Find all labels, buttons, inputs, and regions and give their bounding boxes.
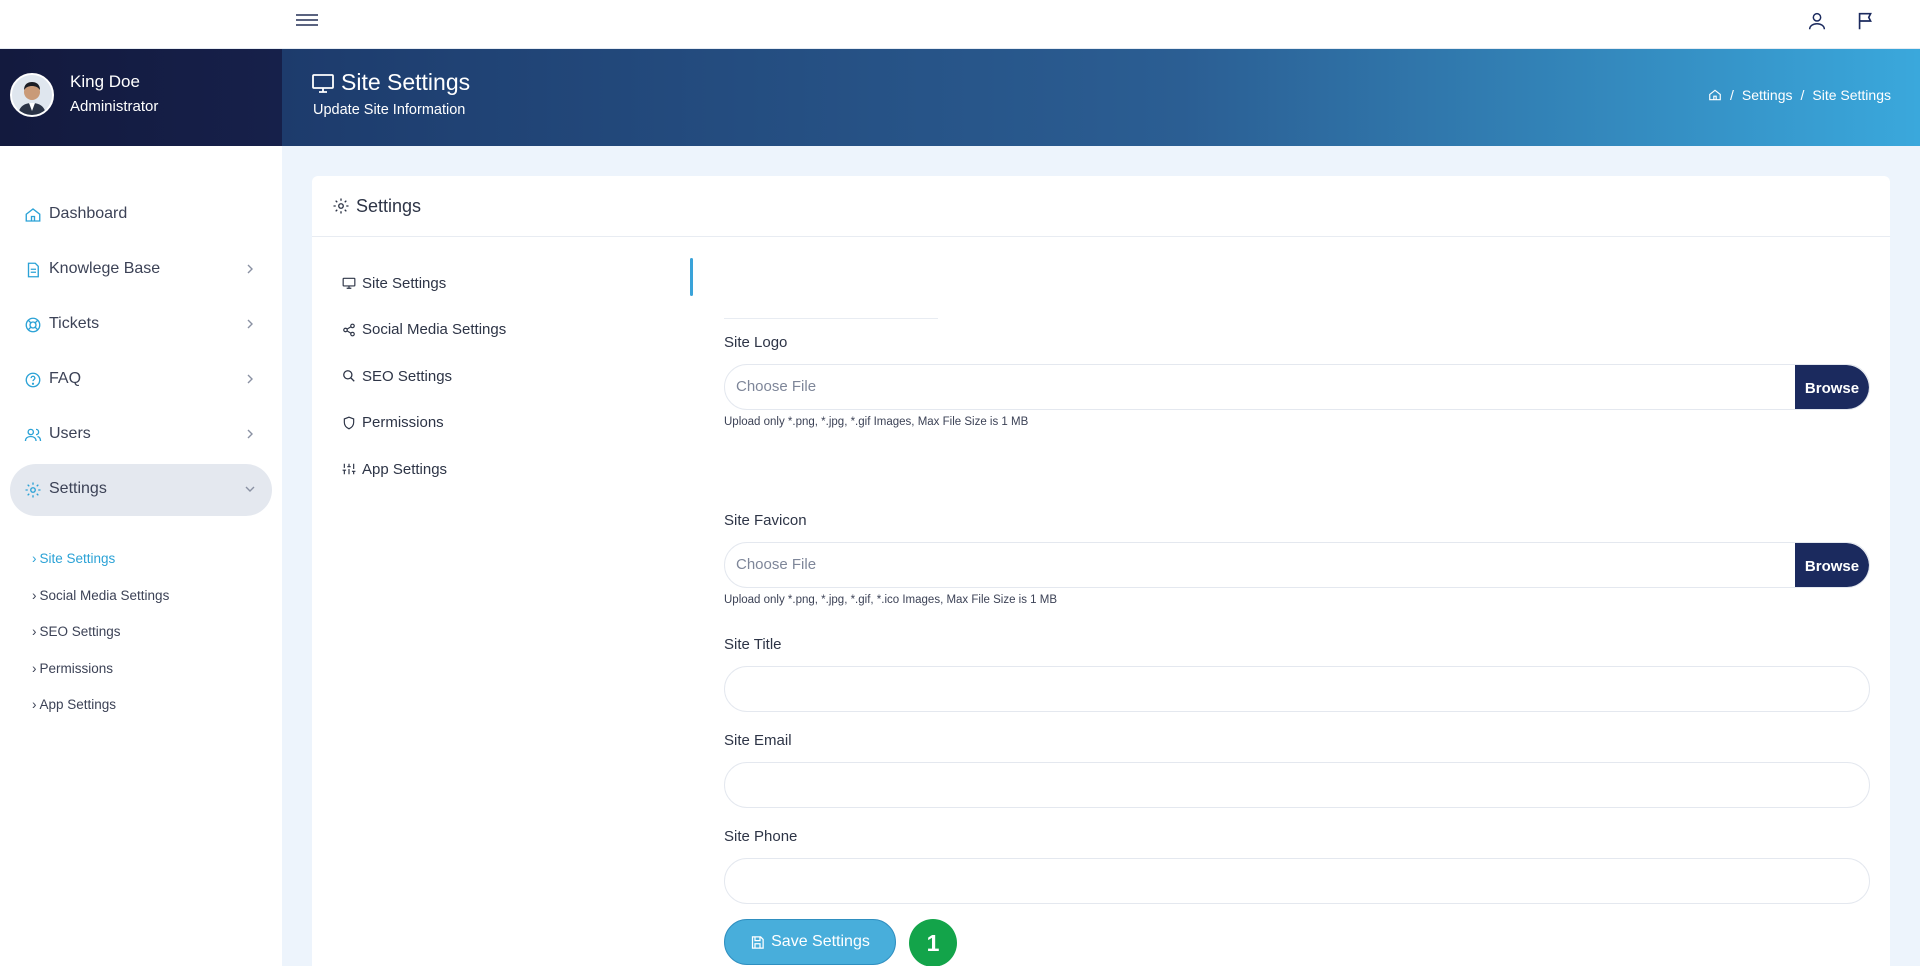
site-favicon-label: Site Favicon [724, 512, 807, 529]
submenu-item-permissions[interactable]: › Permissions [0, 660, 282, 697]
document-icon [27, 262, 39, 278]
chevron-right-icon [247, 319, 253, 329]
breadcrumb-site-settings: Site Settings [1812, 87, 1891, 103]
site-logo-label: Site Logo [724, 334, 788, 351]
sidebar-item-knowledge-base[interactable]: Knowlege Base [10, 244, 272, 296]
save-icon [752, 935, 764, 949]
site-email-label: Site Email [724, 732, 792, 749]
chevron-down-icon [245, 486, 255, 492]
site-phone-label: Site Phone [724, 828, 798, 845]
help-circle-icon [25, 372, 41, 388]
site-title-input[interactable] [724, 666, 1870, 712]
flag-icon[interactable] [1855, 10, 1877, 32]
users-icon [24, 428, 42, 442]
sidebar-item-label: Knowlege Base [49, 260, 161, 277]
site-title-label: Site Title [724, 636, 782, 653]
lifebuoy-icon [25, 317, 41, 333]
sliders-icon [342, 464, 356, 475]
settings-submenu: › Site Settings › Social Media Settings › S… [0, 550, 282, 733]
share-icon [343, 323, 355, 337]
site-favicon-browse-button[interactable]: Browse [1795, 543, 1869, 587]
sidebar-item-users[interactable]: Users [10, 409, 272, 461]
site-favicon-help-text: Upload only *.png, *.jpg, *.gif, *.ico I… [724, 594, 1058, 606]
breadcrumb-settings[interactable]: Settings [1742, 87, 1793, 103]
user-role: Administrator [70, 98, 159, 115]
user-profile: King Doe Administrator [0, 49, 282, 146]
sidebar: King Doe Administrator Dashboard Knowleg… [0, 49, 282, 966]
chevron-right-icon [247, 429, 253, 439]
breadcrumb: / Settings / Site Settings [1708, 87, 1891, 103]
monitor-icon [312, 73, 334, 93]
tab-social-media-settings[interactable]: Social Media Settings [342, 307, 642, 354]
gear-icon [333, 198, 349, 214]
chevron-right-icon [247, 374, 253, 384]
user-name: King Doe [70, 72, 140, 91]
gear-icon [25, 482, 41, 498]
site-logo-help-text: Upload only *.png, *.jpg, *.gif Images, … [724, 416, 1029, 428]
page-subtitle: Update Site Information [313, 102, 466, 118]
submenu-item-app-settings[interactable]: › App Settings [0, 696, 282, 733]
site-email-input[interactable] [724, 762, 1870, 808]
tab-app-settings[interactable]: App Settings [342, 446, 642, 493]
top-bar [0, 0, 1920, 49]
sidebar-item-label: Dashboard [49, 205, 128, 222]
home-icon [25, 208, 41, 222]
submenu-item-seo-settings[interactable]: › SEO Settings [0, 623, 282, 660]
submenu-item-social-media-settings[interactable]: › Social Media Settings [0, 587, 282, 624]
save-settings-button[interactable]: Save Settings [724, 919, 896, 965]
menu-toggle-icon[interactable] [296, 14, 318, 30]
settings-card: Settings Site Settings Social Media Sett… [312, 176, 1890, 966]
monitor-icon [342, 278, 356, 290]
site-logo-browse-button[interactable]: Browse [1795, 365, 1869, 409]
site-logo-placeholder: Choose File [736, 378, 817, 395]
search-icon [343, 370, 355, 382]
page-header: Site Settings Update Site Information / … [282, 49, 1920, 146]
tab-site-settings[interactable]: Site Settings [342, 260, 642, 307]
divider [724, 318, 938, 319]
sidebar-item-dashboard[interactable]: Dashboard [10, 189, 272, 241]
avatar[interactable] [10, 73, 54, 117]
site-favicon-placeholder: Choose File [736, 556, 817, 573]
shield-icon [343, 416, 355, 430]
submenu-item-site-settings[interactable]: › Site Settings [0, 550, 282, 587]
tab-seo-settings[interactable]: SEO Settings [342, 353, 642, 400]
active-tab-indicator [690, 258, 693, 296]
sidebar-item-label: Settings [49, 480, 107, 497]
sidebar-item-label: Tickets [49, 315, 100, 332]
tab-permissions[interactable]: Permissions [342, 400, 642, 447]
sidebar-item-label: FAQ [49, 370, 82, 387]
step-badge: 1 [909, 919, 957, 966]
sidebar-nav: Dashboard Knowlege Base Tickets FAQ User… [0, 189, 282, 519]
chevron-right-icon [247, 264, 253, 274]
sidebar-item-faq[interactable]: FAQ [10, 354, 272, 406]
user-icon[interactable] [1806, 10, 1828, 32]
site-favicon-file-input[interactable]: Choose File Browse [724, 542, 1870, 588]
settings-tabs: Site Settings Social Media Settings SEO … [342, 260, 642, 493]
home-icon[interactable] [1708, 88, 1722, 102]
site-phone-input[interactable] [724, 858, 1870, 904]
card-title: Settings [312, 176, 1890, 237]
sidebar-item-label: Users [49, 425, 91, 442]
page-title: Site Settings [311, 69, 470, 96]
sidebar-item-tickets[interactable]: Tickets [10, 299, 272, 351]
site-logo-file-input[interactable]: Choose File Browse [724, 364, 1870, 410]
sidebar-item-settings[interactable]: Settings [10, 464, 272, 516]
